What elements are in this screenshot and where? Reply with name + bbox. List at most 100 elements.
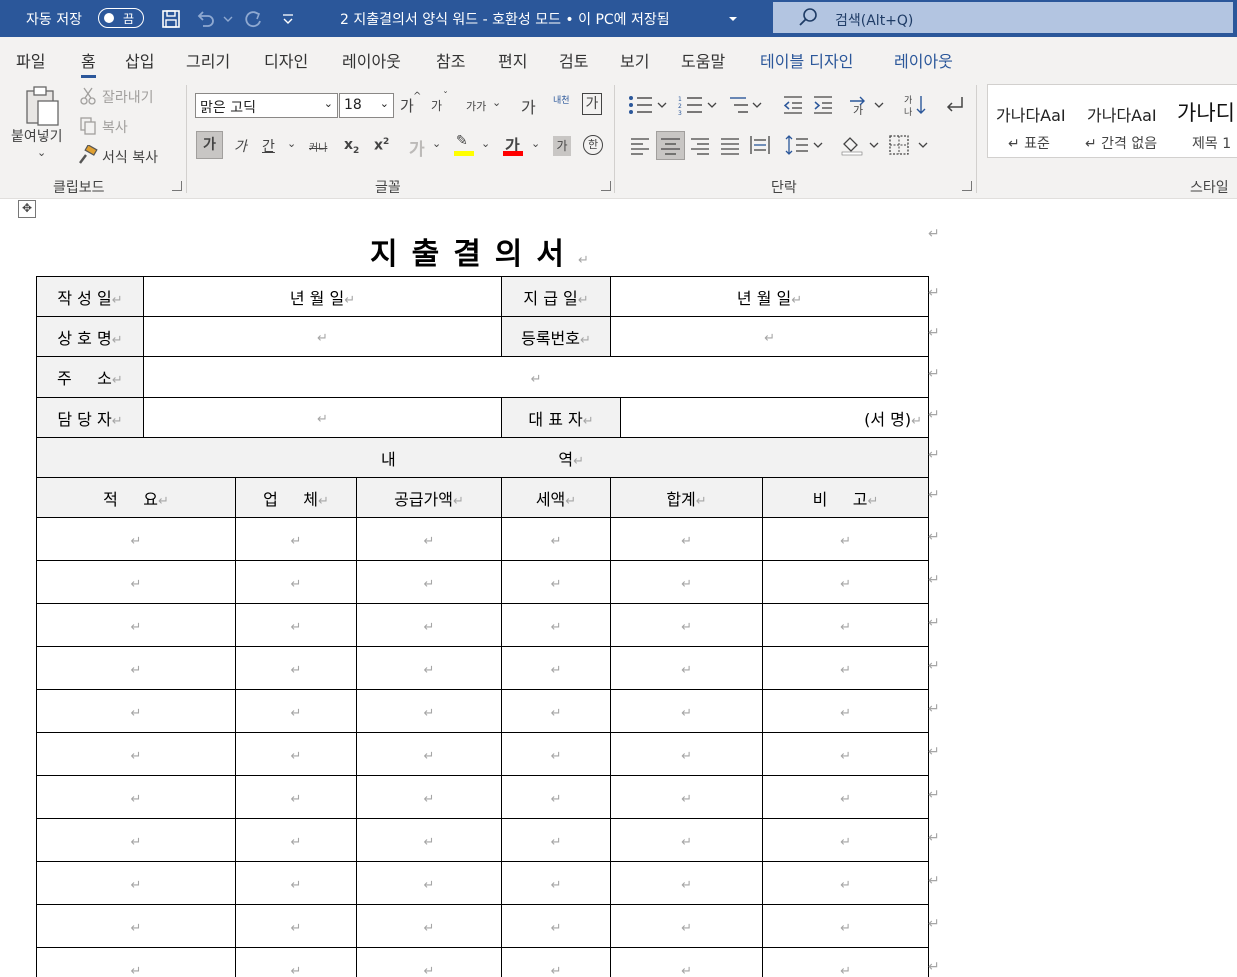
redo-icon[interactable] — [242, 8, 264, 30]
title-dropdown-icon[interactable] — [727, 8, 739, 30]
table-cell[interactable]: ↵ — [610, 603, 764, 647]
borders-icon[interactable] — [888, 134, 932, 156]
cell-reg-number-label[interactable]: 등록번호↵ — [501, 316, 612, 357]
strikethrough-button[interactable]: 커나 — [309, 139, 327, 154]
superscript-button[interactable]: x2 — [374, 137, 389, 154]
align-right-icon[interactable] — [690, 136, 710, 156]
table-cell[interactable]: ↵ — [501, 904, 612, 948]
multilevel-list-icon[interactable] — [728, 95, 768, 115]
table-cell[interactable]: ↵ — [762, 603, 930, 647]
table-cell[interactable]: ↵ — [235, 732, 357, 776]
table-cell[interactable]: ↵ — [610, 732, 764, 776]
text-effects-button[interactable]: 가 — [409, 135, 425, 160]
cell-manager-value[interactable]: ↵ — [142, 397, 503, 438]
table-cell[interactable]: ↵ — [501, 947, 612, 977]
table-cell[interactable]: ↵ — [36, 904, 236, 948]
table-cell[interactable]: ↵ — [36, 732, 236, 776]
cell-company-name-label[interactable]: 상 호 명↵ — [36, 316, 144, 357]
table-cell[interactable]: ↵ — [501, 775, 612, 819]
table-cell[interactable]: ↵ — [355, 646, 503, 690]
distributed-icon[interactable] — [749, 134, 771, 156]
line-spacing-icon[interactable] — [784, 134, 826, 156]
table-cell[interactable]: ↵ — [355, 732, 503, 776]
document-heading[interactable]: 지출결의서↵ — [370, 229, 589, 273]
table-cell[interactable]: ↵ — [501, 603, 612, 647]
font-name-combo[interactable]: 맑은 고딕 ⌄ — [195, 93, 338, 118]
tab-help[interactable]: 도움말 — [681, 48, 725, 72]
table-cell[interactable]: ↵ — [36, 818, 236, 862]
table-cell[interactable]: ↵ — [235, 689, 357, 733]
col-header-vendor[interactable]: 업 체↵ — [235, 477, 357, 518]
cell-address-label[interactable]: 주 소↵ — [36, 356, 144, 398]
style-no-spacing-name[interactable]: ↵ 간격 없음 — [1085, 133, 1157, 153]
cell-representative-label[interactable]: 대 표 자↵ — [501, 397, 622, 438]
table-cell[interactable]: ↵ — [355, 517, 503, 561]
paste-button[interactable]: 붙여넣기 — [11, 126, 63, 146]
table-cell[interactable]: ↵ — [235, 775, 357, 819]
clear-formatting-button[interactable]: 가 — [521, 94, 536, 118]
format-painter-button[interactable]: 서식 복사 — [102, 147, 158, 167]
table-cell[interactable]: ↵ — [355, 904, 503, 948]
justify-icon[interactable] — [720, 136, 740, 156]
cell-write-date-label[interactable]: 작 성 일↵ — [36, 276, 144, 317]
table-cell[interactable]: ↵ — [762, 646, 930, 690]
table-cell[interactable]: ↵ — [355, 947, 503, 977]
table-cell[interactable]: ↵ — [355, 689, 503, 733]
cell-write-date-value[interactable]: 년 월 일↵ — [142, 276, 503, 317]
bold-button[interactable]: 가 — [196, 131, 223, 159]
table-cell[interactable]: ↵ — [501, 732, 612, 776]
save-icon[interactable] — [160, 8, 182, 30]
tab-table-design[interactable]: 테이블 디자인 — [760, 48, 853, 72]
table-cell[interactable]: ↵ — [36, 775, 236, 819]
align-left-icon[interactable] — [630, 136, 650, 156]
table-cell[interactable]: ↵ — [36, 603, 236, 647]
bullets-icon[interactable] — [628, 95, 676, 115]
show-formatting-marks-icon[interactable] — [942, 93, 966, 117]
table-cell[interactable]: ↵ — [235, 904, 357, 948]
undo-dropdown-icon[interactable] — [222, 8, 234, 30]
increase-indent-icon[interactable] — [812, 95, 834, 115]
tab-review[interactable]: 검토 — [559, 48, 588, 72]
table-cell[interactable]: ↵ — [36, 646, 236, 690]
undo-icon[interactable] — [194, 8, 216, 30]
col-header-total[interactable]: 합계↵ — [610, 477, 764, 518]
paragraph-dialog-launcher[interactable] — [962, 181, 972, 191]
table-cell[interactable]: ↵ — [610, 904, 764, 948]
cut-icon[interactable] — [80, 87, 96, 105]
table-cell[interactable]: ↵ — [36, 689, 236, 733]
table-cell[interactable]: ↵ — [501, 689, 612, 733]
table-cell[interactable]: ↵ — [501, 818, 612, 862]
tab-home[interactable]: 홈 — [81, 48, 96, 78]
table-cell[interactable]: ↵ — [36, 560, 236, 604]
tab-file[interactable]: 파일 — [16, 48, 45, 72]
table-cell[interactable]: ↵ — [610, 861, 764, 905]
customize-toolbar-icon[interactable] — [280, 8, 296, 30]
tab-mailings[interactable]: 편지 — [498, 48, 527, 72]
col-header-supply-amount[interactable]: 공급가액↵ — [355, 477, 503, 518]
cell-address-value[interactable]: ↵ — [142, 356, 930, 398]
table-cell[interactable]: ↵ — [355, 775, 503, 819]
table-cell[interactable]: ↵ — [762, 861, 930, 905]
tab-draw[interactable]: 그리기 — [186, 48, 230, 72]
cell-company-name-value[interactable]: ↵ — [142, 316, 503, 357]
table-cell[interactable]: ↵ — [762, 818, 930, 862]
copy-button[interactable]: 복사 — [102, 117, 128, 137]
cut-button[interactable]: 잘라내기 — [102, 87, 154, 107]
table-cell[interactable]: ↵ — [36, 947, 236, 977]
table-cell[interactable]: ↵ — [501, 646, 612, 690]
table-cell[interactable]: ↵ — [355, 560, 503, 604]
character-border-button[interactable]: 가 — [582, 93, 602, 115]
shading-icon[interactable] — [840, 134, 882, 156]
table-cell[interactable]: ↵ — [501, 560, 612, 604]
chevron-down-icon[interactable]: ⌄ — [287, 137, 296, 150]
chevron-down-icon[interactable]: ⌄ — [481, 137, 490, 150]
highlighter-icon[interactable]: ✎ — [456, 133, 468, 149]
table-cell[interactable]: ↵ — [610, 560, 764, 604]
style-heading1-name[interactable]: 제목 1 — [1192, 133, 1231, 153]
subscript-button[interactable]: x2 — [344, 137, 359, 156]
table-cell[interactable]: ↵ — [610, 775, 764, 819]
table-cell[interactable]: ↵ — [235, 818, 357, 862]
table-cell[interactable]: ↵ — [610, 646, 764, 690]
decrease-indent-icon[interactable] — [782, 95, 804, 115]
font-dialog-launcher[interactable] — [601, 181, 611, 191]
